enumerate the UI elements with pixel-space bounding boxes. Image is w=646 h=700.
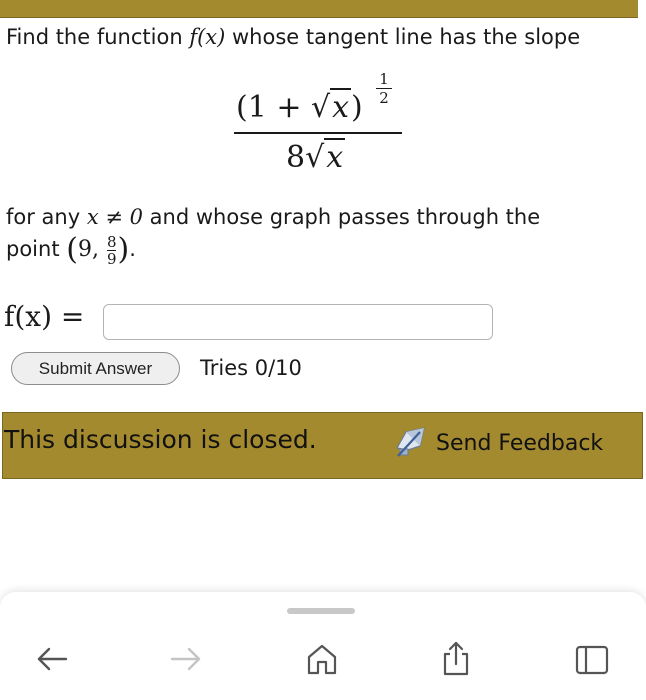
top-banner xyxy=(0,0,646,18)
formula-numerator: (1 + √x) xyxy=(236,88,363,125)
denominator-radicand: x xyxy=(324,138,346,175)
feedback-megaphone-icon xyxy=(396,427,425,457)
answer-label: f(x) = xyxy=(4,300,85,333)
sqrt-symbol: √ xyxy=(311,90,331,125)
denominator-coefficient: 8 xyxy=(286,140,306,175)
sheet-handle[interactable] xyxy=(287,608,355,614)
slope-formula: (1 + √x) 1 2 8√x xyxy=(230,72,404,182)
formula-denominator: 8√x xyxy=(286,138,346,175)
condition-math: x ≠ 0 xyxy=(86,205,143,229)
tries-counter: Tries 0/10 xyxy=(200,356,302,380)
back-arrow-icon[interactable] xyxy=(36,644,70,674)
numerator-sqrt: √x xyxy=(311,88,352,125)
numerator-open: (1 + xyxy=(236,90,311,125)
exponent-numerator: 1 xyxy=(379,70,389,88)
forward-arrow-icon[interactable] xyxy=(169,644,203,674)
point-close-paren: ) xyxy=(117,232,130,267)
discussion-closed-text: This discussion is closed. xyxy=(4,425,317,454)
point-line: point (9, 8 9). xyxy=(6,232,136,267)
question-intro-text: Find the function xyxy=(6,25,190,49)
condition-text-rest: and whose graph passes through the xyxy=(143,205,541,229)
share-icon[interactable] xyxy=(441,640,471,678)
point-period: . xyxy=(129,237,136,261)
condition-text: for any xyxy=(6,205,87,229)
point-x: 9, xyxy=(77,237,106,262)
formula-exponent: 1 2 xyxy=(375,70,393,107)
send-feedback-link[interactable]: Send Feedback xyxy=(394,426,603,460)
point-y-fraction: 89 xyxy=(106,232,117,268)
exponent-denominator: 2 xyxy=(379,89,389,107)
send-feedback-label: Send Feedback xyxy=(436,430,604,456)
point-y-denominator: 9 xyxy=(106,249,117,268)
submit-answer-button[interactable]: Submit Answer xyxy=(11,352,180,385)
numerator-radicand: x xyxy=(330,88,352,125)
sqrt-symbol: √ xyxy=(305,140,325,175)
function-symbol: f(x) xyxy=(189,25,226,49)
denominator-sqrt: √x xyxy=(305,138,346,175)
condition-line: for any x ≠ 0 and whose graph passes thr… xyxy=(6,202,540,232)
numerator-close: ) xyxy=(351,90,363,125)
point-text: point xyxy=(6,237,67,261)
point-open-paren: ( xyxy=(66,232,78,267)
top-banner-fill xyxy=(0,0,638,18)
answer-input[interactable] xyxy=(103,304,493,340)
home-icon[interactable] xyxy=(305,642,339,676)
question-intro: Find the function f(x) whose tangent lin… xyxy=(6,22,580,52)
question-intro-rest: whose tangent line has the slope xyxy=(225,25,581,49)
fraction-bar xyxy=(234,132,402,134)
tabs-icon[interactable] xyxy=(574,644,610,676)
point-y-numerator: 8 xyxy=(106,232,117,251)
